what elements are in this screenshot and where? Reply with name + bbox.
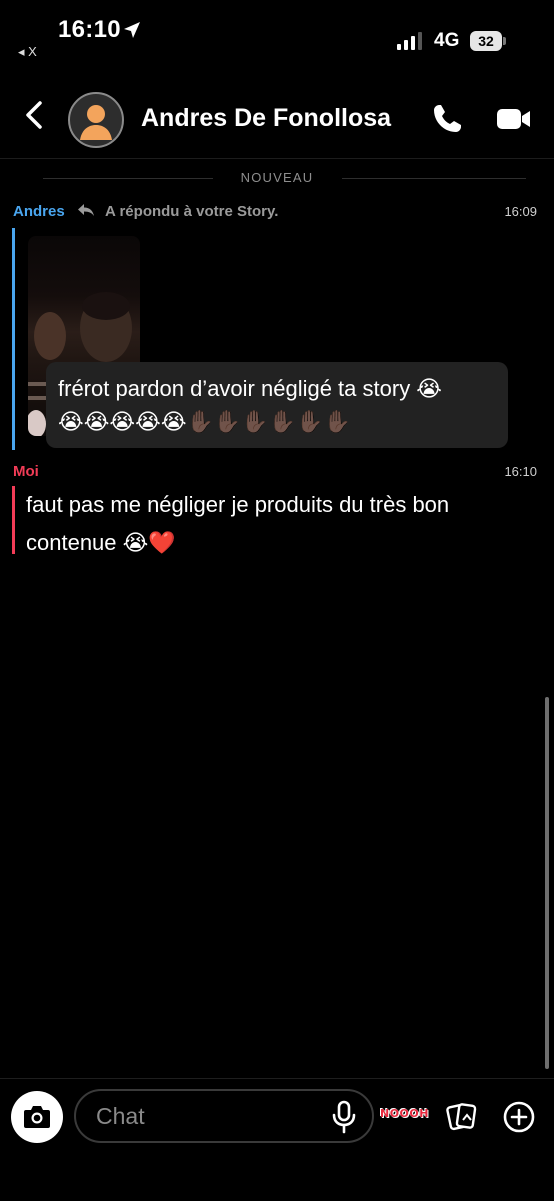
battery-level: 32 (470, 31, 502, 51)
plus-icon[interactable] (503, 1101, 535, 1133)
bitmoji-placeholder-icon (80, 105, 112, 140)
reply-arrow-icon (77, 204, 94, 216)
contact-name[interactable]: Andres De Fonollosa (141, 104, 391, 133)
camera-button[interactable] (11, 1091, 63, 1143)
sender-bar-moi (12, 486, 15, 554)
new-messages-divider: NOUVEAU (0, 168, 554, 188)
back-to-app-link[interactable]: ◂ X (18, 44, 37, 60)
avatar[interactable] (68, 92, 124, 148)
chat-header: Andres De Fonollosa (0, 72, 554, 159)
sticker-shortcut[interactable]: NOOOH (380, 1107, 429, 1120)
message-header-moi: Moi 16:10 (13, 463, 537, 485)
sender-bar-andres (12, 228, 15, 450)
signal-icon (397, 32, 422, 50)
sender-name: Moi (13, 463, 39, 480)
divider-label: NOUVEAU (240, 170, 314, 185)
scrollbar[interactable] (545, 697, 549, 1069)
status-time: 16:10 (58, 16, 121, 43)
message-header-andres: Andres A répondu à votre Story. 16:09 (13, 203, 537, 225)
message-text[interactable]: faut pas me négliger je produits du très… (26, 486, 526, 562)
phone-call-icon[interactable] (430, 102, 464, 136)
sender-name: Andres (13, 203, 65, 220)
memories-icon[interactable] (446, 1100, 478, 1132)
crying-emojis: 😭😭😭😭😭 (58, 409, 187, 434)
network-type: 4G (434, 30, 460, 51)
microphone-icon[interactable] (330, 1100, 358, 1134)
message-time: 16:10 (504, 464, 537, 479)
back-chevron-icon[interactable] (22, 100, 48, 130)
status-bar: 16:10 ◂ X 4G 32 (0, 0, 554, 70)
chat-input[interactable] (74, 1089, 374, 1143)
video-call-icon[interactable] (496, 106, 532, 132)
location-arrow-icon (124, 22, 140, 38)
composer-bar: NOOOH (0, 1078, 554, 1201)
hand-emojis: ✋🏿✋🏿✋🏿✋🏿✋🏿✋🏿 (186, 409, 351, 434)
battery-icon: 32 (470, 31, 506, 51)
camera-icon (24, 1106, 50, 1128)
story-reply-bubble[interactable]: frérot pardon d’avoir négligé ta story 😭… (46, 362, 508, 448)
message-time: 16:09 (504, 204, 537, 219)
story-reply-note: A répondu à votre Story. (105, 203, 279, 220)
message-text-line2: 😭😭😭😭😭✋🏿✋🏿✋🏿✋🏿✋🏿✋🏿 (58, 405, 496, 438)
message-text-line1: frérot pardon d’avoir négligé ta story 😭 (58, 376, 443, 401)
